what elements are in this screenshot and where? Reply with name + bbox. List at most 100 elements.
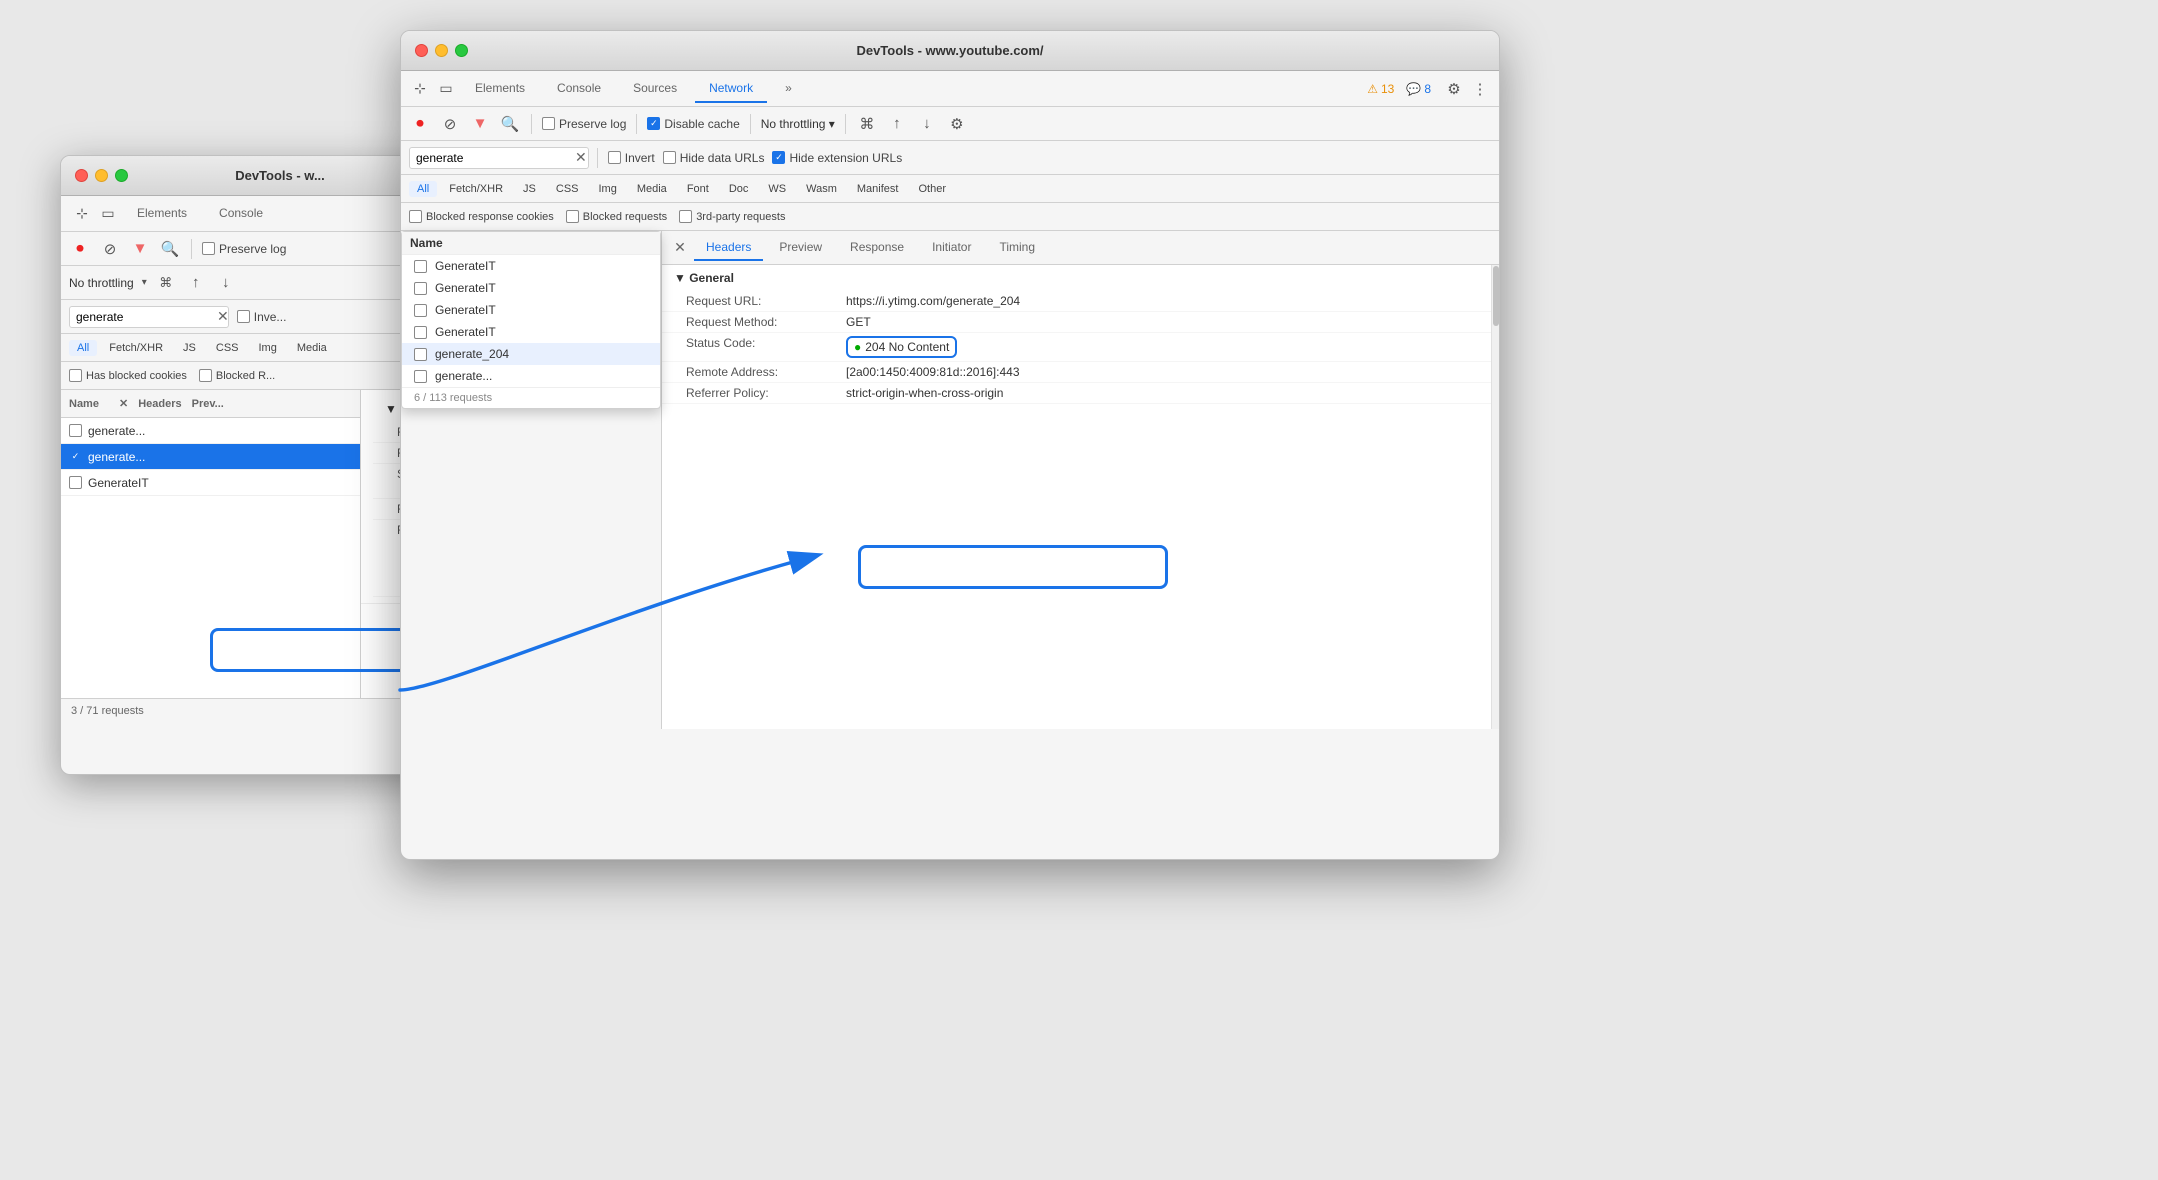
- headers-tab-preview[interactable]: Preview: [767, 235, 834, 261]
- throttling-chevron-back[interactable]: ▾: [142, 277, 147, 288]
- invert-label-front[interactable]: Invert: [608, 151, 655, 165]
- filter-css-back[interactable]: CSS: [208, 340, 247, 356]
- tab-elements-back[interactable]: Elements: [123, 200, 201, 228]
- filter-fetch-back[interactable]: Fetch/XHR: [101, 340, 171, 356]
- device-tool-front[interactable]: ▭: [435, 78, 457, 100]
- cursor-tool-front[interactable]: ⊹: [409, 78, 431, 100]
- ac-checkbox-1[interactable]: [414, 260, 427, 273]
- blocked-resp-label-front[interactable]: Blocked response cookies: [409, 210, 554, 223]
- blocked-req-label-front[interactable]: Blocked requests: [566, 210, 667, 223]
- warning-badge-front[interactable]: ⚠ 13: [1367, 82, 1394, 96]
- throttling-select-front[interactable]: No throttling ▾: [761, 117, 835, 131]
- invert-checkbox-back[interactable]: [237, 310, 250, 323]
- preserve-log-checkbox-back[interactable]: [202, 242, 215, 255]
- filter-media-back[interactable]: Media: [289, 340, 335, 356]
- filter-all-front[interactable]: All: [409, 181, 437, 197]
- third-party-checkbox-front[interactable]: [679, 210, 692, 223]
- headers-tab-initiator[interactable]: Initiator: [920, 235, 983, 261]
- clear-icon-back[interactable]: ⊘: [99, 238, 121, 260]
- ac-checkbox-5[interactable]: [414, 348, 427, 361]
- autocomplete-item-2[interactable]: GenerateIT: [402, 277, 660, 299]
- preserve-log-checkbox-front[interactable]: [542, 117, 555, 130]
- request-checkbox-back-3[interactable]: [69, 476, 82, 489]
- filter-input-front[interactable]: [409, 147, 589, 169]
- scrollbar-thumb-front[interactable]: [1493, 266, 1499, 326]
- headers-tab-headers[interactable]: Headers: [694, 235, 763, 261]
- settings-icon-front[interactable]: ⚙: [1443, 78, 1465, 100]
- blocked-requests-label-back[interactable]: Blocked R...: [199, 369, 275, 382]
- more-icon-front[interactable]: ⋮: [1469, 78, 1491, 100]
- filter-all-back[interactable]: All: [69, 340, 97, 356]
- tab-console-back[interactable]: Console: [205, 200, 277, 228]
- filter-doc-front[interactable]: Doc: [721, 181, 757, 197]
- request-checkbox-back-1[interactable]: [69, 424, 82, 437]
- device-tool-back[interactable]: ▭: [97, 203, 119, 225]
- download-icon-front[interactable]: ↓: [916, 113, 938, 135]
- scrollbar-track-front[interactable]: [1491, 265, 1499, 729]
- minimize-button-front[interactable]: [435, 44, 448, 57]
- clear-filter-front[interactable]: ✕: [575, 149, 587, 166]
- ac-checkbox-2[interactable]: [414, 282, 427, 295]
- tab-network-front[interactable]: Network: [695, 75, 767, 103]
- record-icon-back[interactable]: ⏺: [69, 238, 91, 260]
- invert-label-back[interactable]: Inve...: [237, 310, 287, 324]
- tab-console-front[interactable]: Console: [543, 75, 615, 103]
- ac-checkbox-3[interactable]: [414, 304, 427, 317]
- filter-manifest-front[interactable]: Manifest: [849, 181, 907, 197]
- clear-icon-front[interactable]: ⊘: [439, 113, 461, 135]
- filter-font-front[interactable]: Font: [679, 181, 717, 197]
- request-item-back-3[interactable]: GenerateIT: [61, 470, 360, 496]
- blocked-resp-checkbox-front[interactable]: [409, 210, 422, 223]
- search-icon-front[interactable]: 🔍: [499, 113, 521, 135]
- autocomplete-item-6[interactable]: generate...: [402, 365, 660, 387]
- maximize-button-back[interactable]: [115, 169, 128, 182]
- request-item-back-2[interactable]: ✓ generate...: [61, 444, 360, 470]
- hide-data-urls-checkbox-front[interactable]: [663, 151, 676, 164]
- close-button-front[interactable]: [415, 44, 428, 57]
- settings-net-icon-front[interactable]: ⚙: [946, 113, 968, 135]
- tab-sources-front[interactable]: Sources: [619, 75, 691, 103]
- hide-data-urls-label-front[interactable]: Hide data URLs: [663, 151, 765, 165]
- filter-css-front[interactable]: CSS: [548, 181, 587, 197]
- preserve-log-label-back[interactable]: Preserve log: [202, 242, 286, 256]
- download-icon-back[interactable]: ↓: [215, 272, 237, 294]
- headers-tab-response[interactable]: Response: [838, 235, 916, 261]
- filter-icon-front[interactable]: ▼: [469, 113, 491, 135]
- invert-checkbox-front[interactable]: [608, 151, 621, 164]
- ac-checkbox-6[interactable]: [414, 370, 427, 383]
- blocked-req-checkbox-front[interactable]: [566, 210, 579, 223]
- request-checkbox-back-2[interactable]: ✓: [69, 450, 82, 463]
- maximize-button-front[interactable]: [455, 44, 468, 57]
- wifi-icon-back[interactable]: ⌘: [155, 272, 177, 294]
- hide-ext-urls-label-front[interactable]: ✓ Hide extension URLs: [772, 151, 902, 165]
- has-blocked-checkbox-back[interactable]: [69, 369, 82, 382]
- third-party-label-front[interactable]: 3rd-party requests: [679, 210, 785, 223]
- wifi-icon-front[interactable]: ⌘: [856, 113, 878, 135]
- filter-img-back[interactable]: Img: [251, 340, 285, 356]
- autocomplete-item-4[interactable]: GenerateIT: [402, 321, 660, 343]
- headers-tab-timing[interactable]: Timing: [987, 235, 1047, 261]
- search-icon-back[interactable]: 🔍: [159, 238, 181, 260]
- request-item-back-1[interactable]: generate...: [61, 418, 360, 444]
- cursor-tool-back[interactable]: ⊹: [71, 203, 93, 225]
- filter-icon-back[interactable]: ▼: [129, 238, 151, 260]
- ac-checkbox-4[interactable]: [414, 326, 427, 339]
- filter-ws-front[interactable]: WS: [760, 181, 794, 197]
- filter-js-back[interactable]: JS: [175, 340, 204, 356]
- record-icon-front[interactable]: ⏺: [409, 113, 431, 135]
- hide-ext-urls-checkbox-front[interactable]: ✓: [772, 151, 785, 164]
- upload-icon-back[interactable]: ↑: [185, 272, 207, 294]
- filter-wasm-front[interactable]: Wasm: [798, 181, 845, 197]
- upload-icon-front[interactable]: ↑: [886, 113, 908, 135]
- tab-elements-front[interactable]: Elements: [461, 75, 539, 103]
- autocomplete-item-3[interactable]: GenerateIT: [402, 299, 660, 321]
- info-badge-front[interactable]: 💬 8: [1406, 82, 1431, 96]
- minimize-button-back[interactable]: [95, 169, 108, 182]
- clear-filter-back[interactable]: ✕: [217, 308, 229, 325]
- disable-cache-checkbox-front[interactable]: ✓: [647, 117, 660, 130]
- autocomplete-item-1[interactable]: GenerateIT: [402, 255, 660, 277]
- filter-other-front[interactable]: Other: [910, 181, 954, 197]
- disable-cache-label-front[interactable]: ✓ Disable cache: [647, 117, 739, 131]
- filter-media-front[interactable]: Media: [629, 181, 675, 197]
- filter-js-front[interactable]: JS: [515, 181, 544, 197]
